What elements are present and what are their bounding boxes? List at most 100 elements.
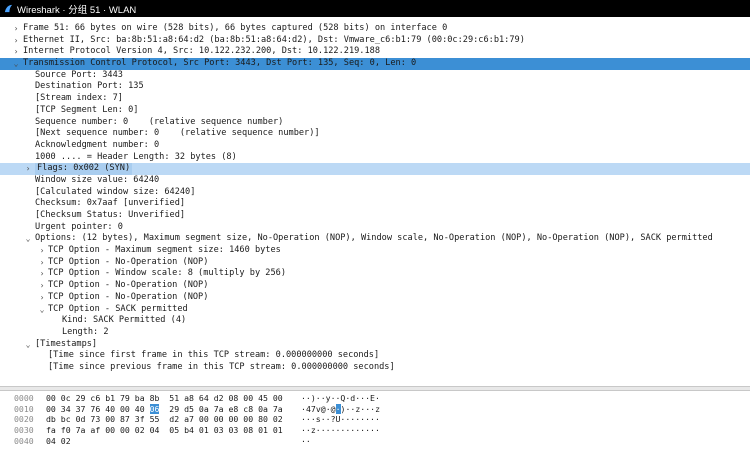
hex-byte[interactable]: 00 xyxy=(214,414,224,425)
hex-byte[interactable]: 00 xyxy=(120,425,130,436)
hex-byte[interactable]: 08 xyxy=(228,393,238,404)
hex-byte[interactable]: d2 xyxy=(169,414,179,425)
tree-row[interactable]: Acknowledgment number: 0 xyxy=(0,140,750,152)
hex-byte[interactable]: 80 xyxy=(258,414,268,425)
tree-row[interactable]: [Next sequence number: 0 (relative seque… xyxy=(0,128,750,140)
hex-row[interactable]: 0020 db bc 0d 73 00 87 3f 55 d2 a7 00 00 … xyxy=(0,414,750,425)
hex-byte[interactable]: 0a xyxy=(258,404,268,415)
hex-row[interactable]: 0040 04 02 ·· xyxy=(0,436,750,447)
hex-byte[interactable]: 00 xyxy=(228,414,238,425)
hex-ascii[interactable]: ·47v@·@·)··z···z xyxy=(301,403,380,415)
tree-row[interactable]: ⌄ Transmission Control Protocol, Src Port… xyxy=(0,58,750,70)
hex-byte[interactable]: 03 xyxy=(214,425,224,436)
hex-byte[interactable]: 04 xyxy=(46,436,56,447)
hex-byte[interactable]: 01 xyxy=(273,425,283,436)
hex-byte[interactable]: ba xyxy=(135,393,145,404)
expand-down-icon[interactable]: ⌄ xyxy=(24,233,32,245)
expand-down-icon[interactable]: ⌄ xyxy=(38,304,46,316)
hex-byte[interactable]: 40 xyxy=(105,404,115,415)
tree-row[interactable]: Urgent pointer: 0 xyxy=(0,222,750,234)
hex-byte[interactable]: b1 xyxy=(105,393,115,404)
hex-row[interactable]: 0010 00 34 37 76 40 00 40 06 29 d5 0a 7a … xyxy=(0,403,750,415)
hex-byte[interactable]: 00 xyxy=(120,404,130,415)
hex-byte[interactable]: a7 xyxy=(184,414,194,425)
hex-byte[interactable]: 76 xyxy=(90,404,100,415)
hex-byte[interactable]: 00 xyxy=(243,393,253,404)
hex-byte[interactable]: e8 xyxy=(228,404,238,415)
tree-row[interactable]: [Time since first frame in this TCP stre… xyxy=(0,350,750,362)
hex-byte[interactable]: 01 xyxy=(258,425,268,436)
tree-row[interactable]: Sequence number: 0 (relative sequence nu… xyxy=(0,117,750,129)
tree-row[interactable]: › TCP Option - No-Operation (NOP) xyxy=(0,292,750,304)
hex-byte[interactable]: 08 xyxy=(243,425,253,436)
tree-row[interactable]: ⌄ Options: (12 bytes), Maximum segment si… xyxy=(0,233,750,245)
tree-row[interactable]: › Internet Protocol Version 4, Src: 10.12… xyxy=(0,46,750,58)
hex-ascii[interactable]: ···s··?U········ xyxy=(301,414,380,425)
tree-row[interactable]: › Ethernet II, Src: ba:8b:51:a8:64:d2 (ba… xyxy=(0,35,750,47)
packet-details-tree[interactable]: › Frame 51: 66 bytes on wire (528 bits), … xyxy=(0,23,750,383)
tree-row[interactable]: [Calculated window size: 64240] xyxy=(0,187,750,199)
hex-byte[interactable]: 87 xyxy=(120,414,130,425)
expand-right-icon[interactable]: › xyxy=(38,257,46,269)
hex-byte[interactable]: 00 xyxy=(46,404,56,415)
hex-byte[interactable]: 04 xyxy=(150,425,160,436)
hex-byte[interactable]: 03 xyxy=(228,425,238,436)
hex-byte[interactable]: 0c xyxy=(61,393,71,404)
hex-byte[interactable]: 40 xyxy=(135,404,145,415)
hex-byte[interactable]: bc xyxy=(61,414,71,425)
expand-right-icon[interactable]: › xyxy=(38,292,46,304)
hex-byte[interactable]: db xyxy=(46,414,56,425)
hex-byte[interactable]: 73 xyxy=(90,414,100,425)
hex-byte[interactable]: 0d xyxy=(76,414,86,425)
hex-byte[interactable]: 64 xyxy=(199,393,209,404)
hex-byte[interactable]: fa xyxy=(46,425,56,436)
tree-row[interactable]: ⌄ TCP Option - SACK permitted xyxy=(0,304,750,316)
hex-ascii[interactable]: ··z············· xyxy=(301,425,380,436)
hex-byte[interactable]: d5 xyxy=(184,404,194,415)
hex-ascii[interactable]: ·· xyxy=(301,436,311,447)
expand-right-icon[interactable]: › xyxy=(38,245,46,257)
hex-byte[interactable]: d2 xyxy=(214,393,224,404)
expand-right-icon[interactable]: › xyxy=(24,163,32,175)
hex-byte[interactable]: 7a xyxy=(76,425,86,436)
hex-byte[interactable]: 02 xyxy=(61,436,71,447)
tree-row[interactable]: › TCP Option - No-Operation (NOP) xyxy=(0,257,750,269)
hex-byte[interactable]: 00 xyxy=(46,393,56,404)
tree-row[interactable]: Window size value: 64240 xyxy=(0,175,750,187)
hex-byte[interactable]: 01 xyxy=(199,425,209,436)
hex-byte[interactable]: 00 xyxy=(243,414,253,425)
tree-row[interactable]: › Flags: 0x002 (SYN) xyxy=(0,163,750,175)
tree-row[interactable]: Source Port: 3443 xyxy=(0,70,750,82)
expand-down-icon[interactable]: ⌄ xyxy=(12,58,20,70)
hex-byte[interactable]: 7a xyxy=(273,404,283,415)
expand-down-icon[interactable]: ⌄ xyxy=(24,339,32,351)
tree-row[interactable]: Destination Port: 135 xyxy=(0,81,750,93)
hex-byte[interactable]: a8 xyxy=(184,393,194,404)
expand-right-icon[interactable]: › xyxy=(38,268,46,280)
hex-ascii[interactable]: ··)··y··Q·d···E· xyxy=(301,393,380,404)
hex-bytes[interactable]: 00 34 37 76 40 00 40 06 29 d5 0a 7a e8 c… xyxy=(46,403,288,415)
hex-byte[interactable]: 00 xyxy=(105,414,115,425)
hex-byte[interactable]: 7a xyxy=(214,404,224,415)
hex-byte[interactable]: c6 xyxy=(90,393,100,404)
tree-row[interactable]: › TCP Option - Maximum segment size: 1460… xyxy=(0,245,750,257)
packet-bytes-pane[interactable]: 0000 00 0c 29 c6 b1 79 ba 8b 51 a8 64 d2 … xyxy=(0,393,750,451)
tree-row[interactable]: [TCP Segment Len: 0] xyxy=(0,105,750,117)
hex-byte[interactable]: 3f xyxy=(135,414,145,425)
hex-byte[interactable]: af xyxy=(90,425,100,436)
hex-byte[interactable]: 45 xyxy=(258,393,268,404)
hex-bytes[interactable]: db bc 0d 73 00 87 3f 55 d2 a7 00 00 00 0… xyxy=(46,414,288,425)
expand-right-icon[interactable]: › xyxy=(12,35,20,47)
tree-row[interactable]: › TCP Option - Window scale: 8 (multiply … xyxy=(0,268,750,280)
hex-byte[interactable]: 05 xyxy=(169,425,179,436)
hex-byte[interactable]: f0 xyxy=(61,425,71,436)
hex-byte[interactable]: c8 xyxy=(243,404,253,415)
tree-row[interactable]: [Time since previous frame in this TCP s… xyxy=(0,362,750,374)
tree-row[interactable]: 1000 .... = Header Length: 32 bytes (8) xyxy=(0,152,750,164)
tree-row[interactable]: Kind: SACK Permitted (4) xyxy=(0,315,750,327)
hex-byte[interactable]: 34 xyxy=(61,404,71,415)
tree-row[interactable]: › TCP Option - No-Operation (NOP) xyxy=(0,280,750,292)
hex-bytes[interactable]: 04 02 xyxy=(46,436,76,447)
hex-byte[interactable]: 29 xyxy=(169,404,179,415)
tree-row[interactable]: [Stream index: 7] xyxy=(0,93,750,105)
